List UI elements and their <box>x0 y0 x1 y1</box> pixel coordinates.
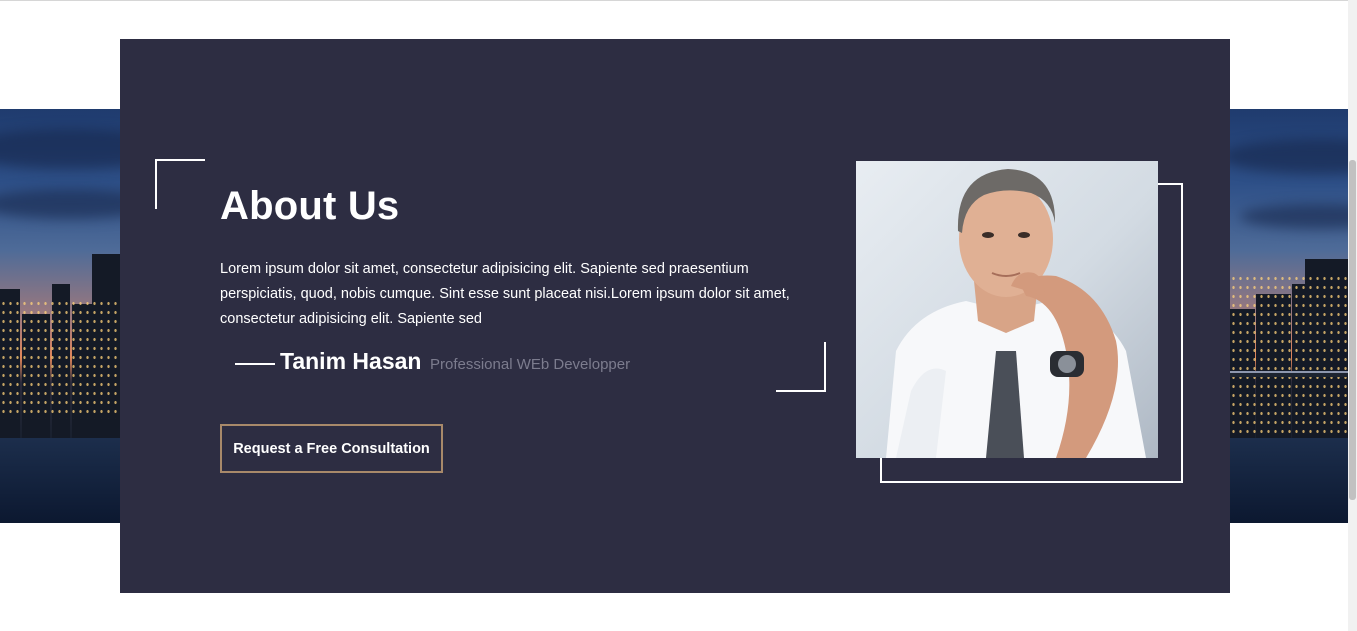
portrait-photo <box>856 161 1158 458</box>
corner-bracket-bottom-right <box>776 342 826 392</box>
signature-dash <box>235 363 275 365</box>
signature-role: Professional WEb Developper <box>430 356 631 373</box>
scrollbar[interactable] <box>1348 0 1357 631</box>
about-title: About Us <box>220 184 400 228</box>
request-consultation-button[interactable]: Request a Free Consultation <box>220 424 443 473</box>
top-divider <box>0 0 1357 1</box>
scrollbar-thumb[interactable] <box>1349 160 1356 500</box>
page: About Us Lorem ipsum dolor sit amet, con… <box>0 0 1357 631</box>
about-body-text: Lorem ipsum dolor sit amet, consectetur … <box>220 261 790 327</box>
corner-bracket-top-left <box>155 159 205 209</box>
signature-name: Tanim Hasan <box>280 348 422 374</box>
